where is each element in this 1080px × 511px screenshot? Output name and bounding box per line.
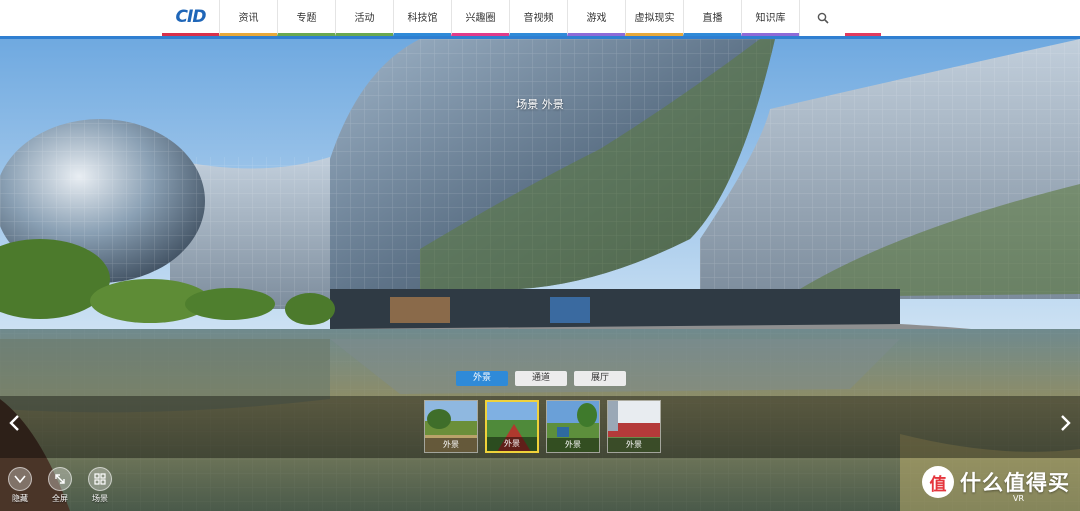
tab-corridor[interactable]: 通道	[515, 371, 567, 386]
thumbnail-caption: 外景	[608, 438, 660, 452]
nav-item-interest-circle[interactable]: 兴趣圈	[451, 0, 509, 36]
chevron-left-icon	[9, 415, 19, 431]
thumbnail-caption: 外景	[425, 438, 477, 452]
nav-item-label: 专题	[296, 13, 317, 24]
nav-item-knowledge-base[interactable]: 知识库	[741, 0, 799, 36]
brand-text: 什么值得买	[960, 471, 1070, 495]
nav-item-label: 虚拟现实	[634, 13, 675, 24]
scene-group-tabs: 外景 通道 展厅	[456, 371, 626, 386]
scene-thumbnail[interactable]: 外景	[607, 400, 661, 453]
nav-item-label: 科技馆	[407, 13, 438, 24]
nav-item-events[interactable]: 活动	[335, 0, 393, 36]
hide-button[interactable]: 隐藏	[0, 467, 40, 504]
tab-exhibition-hall[interactable]: 展厅	[574, 371, 626, 386]
thumbnail-caption: 外景	[487, 437, 537, 451]
main-nav: CID 资讯 专题 活动 科技馆 兴趣圈 音视频 游戏 虚拟现实 直播 知识库	[162, 0, 881, 36]
prev-arrow-button[interactable]	[4, 409, 24, 437]
scene-thumbnail-active[interactable]: 外景	[485, 400, 539, 453]
nav-item-live[interactable]: 直播	[683, 0, 741, 36]
nav-item-label: 游戏	[586, 13, 607, 24]
scene-title: 场景 外景	[516, 98, 564, 111]
scenes-icon	[88, 467, 112, 491]
search-icon	[817, 12, 829, 24]
top-navigation-bar: CID 资讯 专题 活动 科技馆 兴趣圈 音视频 游戏 虚拟现实 直播 知识库	[0, 0, 1080, 36]
nav-end-accent	[845, 0, 881, 36]
nav-item-label: 兴趣圈	[465, 13, 496, 24]
nav-item-topics[interactable]: 专题	[277, 0, 335, 36]
nav-item-games[interactable]: 游戏	[567, 0, 625, 36]
scenes-button[interactable]: 场景	[80, 467, 120, 504]
logo-text: CID	[175, 6, 207, 27]
hide-label: 隐藏	[12, 494, 28, 503]
site-logo[interactable]: CID	[162, 0, 219, 36]
thumbnail-caption: 外景	[547, 438, 599, 452]
nav-item-news[interactable]: 资讯	[219, 0, 277, 36]
scene-thumbnail[interactable]: 外景	[546, 400, 600, 453]
nav-item-label: 知识库	[755, 13, 786, 24]
fullscreen-label: 全屏	[52, 494, 68, 503]
scene-thumbnail[interactable]: 外景	[424, 400, 478, 453]
nav-item-virtual-reality[interactable]: 虚拟现实	[625, 0, 683, 36]
hide-icon	[8, 467, 32, 491]
chevron-right-icon	[1061, 415, 1071, 431]
nav-item-label: 直播	[702, 13, 723, 24]
nav-item-label: 活动	[354, 13, 375, 24]
fullscreen-button[interactable]: 全屏	[40, 467, 80, 504]
tab-exterior[interactable]: 外景	[456, 371, 508, 386]
nav-item-label: 资讯	[238, 13, 259, 24]
scenes-label: 场景	[92, 494, 108, 503]
brand-logo-icon: 值	[922, 466, 954, 498]
fullscreen-icon	[48, 467, 72, 491]
nav-item-audio-video[interactable]: 音视频	[509, 0, 567, 36]
vr-label[interactable]: VR	[1013, 494, 1024, 503]
thumbnail-list: 外景 外景 外景 外景	[424, 400, 661, 453]
nav-accent-line	[0, 36, 1080, 39]
nav-item-label: 音视频	[523, 13, 554, 24]
next-arrow-button[interactable]	[1056, 409, 1076, 437]
brand-watermark: 值 什么值得买	[922, 466, 1070, 498]
nav-search-button[interactable]	[799, 0, 845, 36]
nav-item-science-museum[interactable]: 科技馆	[393, 0, 451, 36]
brand-logo-glyph: 值	[929, 474, 947, 495]
